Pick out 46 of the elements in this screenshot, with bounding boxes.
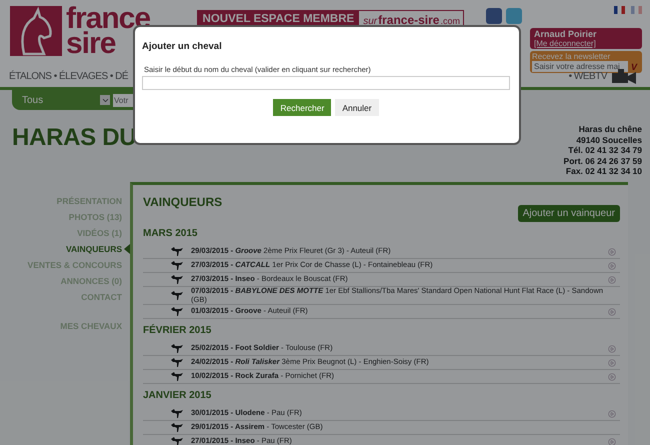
horse-icon [171,437,183,445]
contact-line: Haras du chêne [578,124,642,134]
horse-icon [171,409,183,418]
horse-icon [171,261,183,270]
play-icon[interactable] [608,410,616,418]
horse-name-field[interactable] [142,76,510,90]
facebook-icon[interactable] [486,8,502,24]
month-heading: JANVIER 2015 [143,390,212,401]
play-icon[interactable] [608,358,616,366]
logo-text: france [66,6,150,31]
cancel-button[interactable]: Annuler [335,99,379,116]
play-icon[interactable] [608,248,616,256]
horse-icon [171,372,183,381]
play-icon[interactable] [608,276,616,284]
horse-logo-icon [10,6,62,56]
user-name: Arnaud Poirier [534,29,598,39]
add-winner-button[interactable]: Ajouter un vainqueur [518,205,620,222]
section-title: VAINQUEURS [143,195,222,209]
horse-icon [171,291,183,300]
email-field[interactable]: Saisir votre adresse mai [532,61,628,72]
contact-line: 49140 Soucelles [576,134,642,145]
play-icon[interactable] [608,438,616,445]
flag-icon[interactable] [614,6,625,14]
play-icon[interactable] [608,262,616,270]
contact-line: Tél. 02 41 32 34 79 [568,145,642,156]
contact-line: Port. 06 24 26 37 59 [564,156,642,166]
contact-line: Fax. 02 41 32 34 10 [566,166,642,176]
month-heading: MARS 2015 [143,228,198,239]
nav-menu[interactable]: ÉTALONS • ÉLEVAGES • DÉ [9,71,128,82]
category-select[interactable]: Tous [22,94,110,106]
logout-link[interactable]: [Me déconnecter] [534,39,638,48]
newsletter-title: Recevez la newsletter [532,52,612,61]
horse-icon [171,344,183,353]
nav-link[interactable]: • WEBTV [568,71,607,82]
play-icon[interactable] [608,308,616,316]
horse-icon [171,275,183,284]
horse-icon [171,307,183,316]
month-heading: FÉVRIER 2015 [143,325,212,336]
horse-icon [171,247,183,256]
play-icon[interactable] [608,372,616,380]
twitter-icon[interactable] [506,8,522,24]
horse-icon [171,358,183,367]
horse-icon [171,423,183,432]
search-button[interactable]: Rechercher [273,99,332,116]
dialog-title: Ajouter un cheval [142,41,223,52]
play-icon[interactable] [608,344,616,352]
